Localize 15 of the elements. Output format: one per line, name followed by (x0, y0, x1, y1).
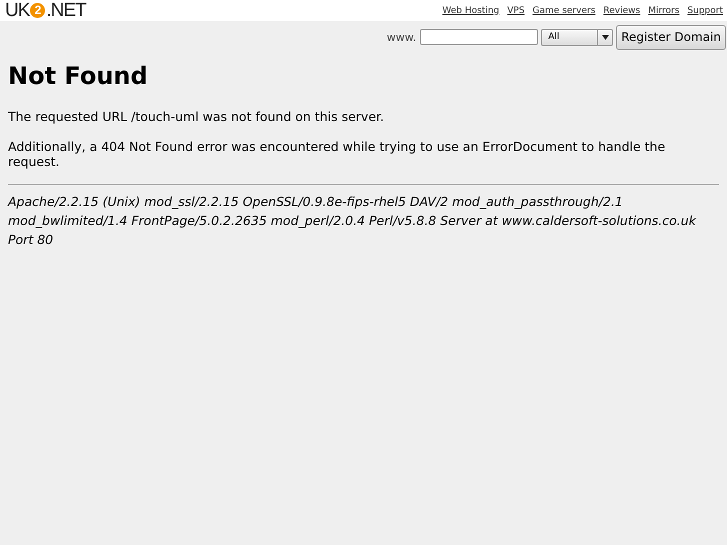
nav-link[interactable]: Game servers (532, 6, 596, 16)
register-domain-button[interactable]: Register Domain (616, 24, 726, 50)
nav-link[interactable]: Support (687, 6, 723, 16)
domain-field[interactable] (420, 29, 538, 45)
nav-link[interactable]: Web Hosting (442, 6, 500, 16)
nav-link[interactable]: Mirrors (648, 6, 680, 16)
error-message: The requested URL /touch-uml was not found on this server. (8, 109, 385, 124)
logo[interactable]: UK 2 .NET (5, 0, 86, 20)
server-signature: Apache/2.2.15 (Unix) mod_ssl/2.2.15 OpenSSL/0.9.8e-fips-rhel5 DAV/2 mod_auth_passthrough/2.1 mod_bwlimited/1.4 FrontPage/5.0.2.2635 mod_perl/2.0.4 Perl/v5.8.8 Server at www.caldersoft-solutions.co.uk Port 80 (8, 193, 698, 249)
nav-link[interactable]: Reviews (603, 6, 640, 16)
error-message: Additionally, a 404 Not Found error was encountered while trying to use an ErrorDocument to handle the request. (8, 139, 666, 169)
tld-select[interactable]: All (541, 28, 614, 46)
page-title: Not Found (8, 62, 149, 90)
nav-link[interactable]: VPS (507, 6, 525, 16)
www-label: www. (386, 30, 416, 44)
